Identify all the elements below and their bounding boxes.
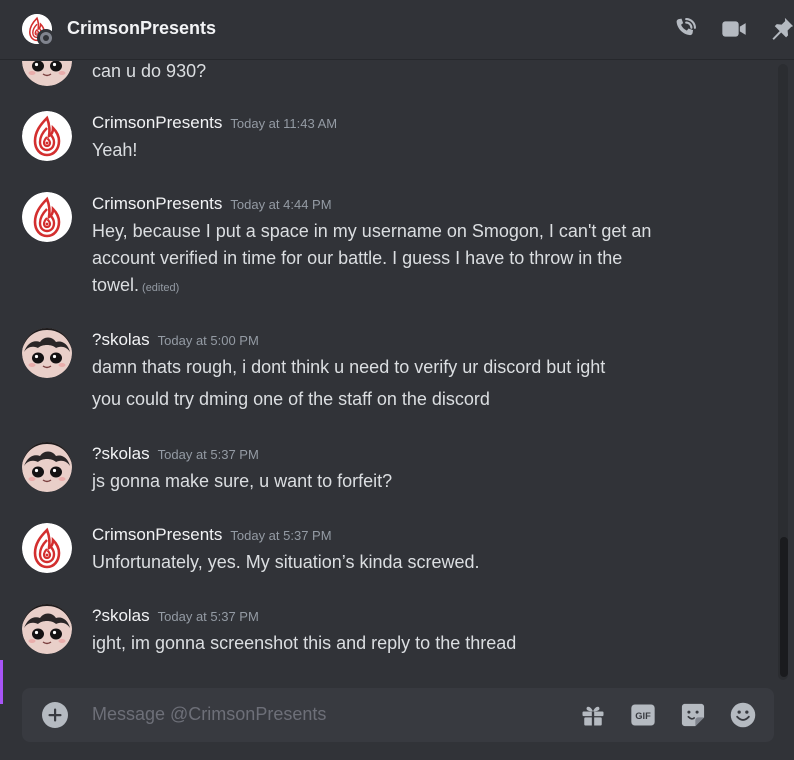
dm-header: CrimsonPresents bbox=[0, 0, 794, 60]
gif-icon[interactable]: GIF bbox=[629, 701, 657, 729]
phone-call-icon[interactable] bbox=[671, 15, 699, 43]
message-text: Yeah! bbox=[92, 140, 138, 160]
dm-title[interactable]: CrimsonPresents bbox=[67, 18, 216, 39]
message-timestamp: Today at 5:37 PM bbox=[157, 609, 259, 624]
add-attachment-icon[interactable] bbox=[42, 702, 68, 728]
message-text: towel. bbox=[92, 275, 140, 295]
svg-text:GIF: GIF bbox=[635, 711, 651, 721]
message-timestamp: Today at 5:37 PM bbox=[230, 528, 332, 543]
message-author[interactable]: CrimsonPresents bbox=[92, 194, 222, 213]
avatar[interactable] bbox=[22, 328, 72, 378]
pin-icon[interactable] bbox=[768, 15, 794, 43]
message-text: account verified in time for our battle.… bbox=[92, 248, 623, 268]
message-author[interactable]: ?skolas bbox=[92, 606, 150, 625]
sticker-icon[interactable] bbox=[679, 701, 707, 729]
message-timestamp: Today at 11:43 AM bbox=[230, 116, 338, 131]
avatar[interactable] bbox=[22, 192, 72, 242]
avatar[interactable] bbox=[22, 604, 72, 654]
message-text: Unfortunately, yes. My situation’s kinda… bbox=[92, 552, 480, 572]
gift-icon[interactable] bbox=[579, 701, 607, 729]
message-timestamp: Today at 5:37 PM bbox=[157, 447, 259, 462]
avatar[interactable] bbox=[22, 111, 72, 161]
message-composer[interactable]: Message @CrimsonPresents GIF bbox=[22, 688, 774, 742]
avatar[interactable] bbox=[22, 442, 72, 492]
message-text: can u do 930? bbox=[92, 61, 207, 81]
message-timestamp: Today at 5:00 PM bbox=[157, 333, 259, 348]
video-call-icon[interactable] bbox=[720, 15, 748, 43]
emoji-icon[interactable] bbox=[729, 701, 757, 729]
message-author[interactable]: ?skolas bbox=[92, 444, 150, 463]
header-avatar[interactable] bbox=[22, 14, 55, 47]
avatar[interactable] bbox=[22, 61, 72, 86]
unread-indicator bbox=[0, 660, 3, 704]
message-text: js gonna make sure, u want to forfeit? bbox=[92, 471, 393, 491]
message-text: ight, im gonna screenshot this and reply… bbox=[92, 633, 517, 653]
scrollbar-thumb[interactable] bbox=[780, 537, 788, 677]
message-input[interactable]: Message @CrimsonPresents bbox=[92, 704, 326, 725]
message-text: Hey, because I put a space in my usernam… bbox=[92, 221, 652, 241]
status-offline-indicator bbox=[37, 29, 55, 47]
message-text: you could try dming one of the staff on … bbox=[92, 389, 490, 409]
edited-label: (edited) bbox=[142, 282, 180, 294]
message-author[interactable]: CrimsonPresents bbox=[92, 113, 222, 132]
message-timestamp: Today at 4:44 PM bbox=[230, 197, 332, 212]
avatar[interactable] bbox=[22, 523, 72, 573]
message-author[interactable]: CrimsonPresents bbox=[92, 525, 222, 544]
message-text: damn thats rough, i dont think u need to… bbox=[92, 357, 606, 377]
message-list[interactable]: can u do 930? CrimsonPresents Today at 11… bbox=[0, 61, 778, 681]
message-author[interactable]: ?skolas bbox=[92, 330, 150, 349]
